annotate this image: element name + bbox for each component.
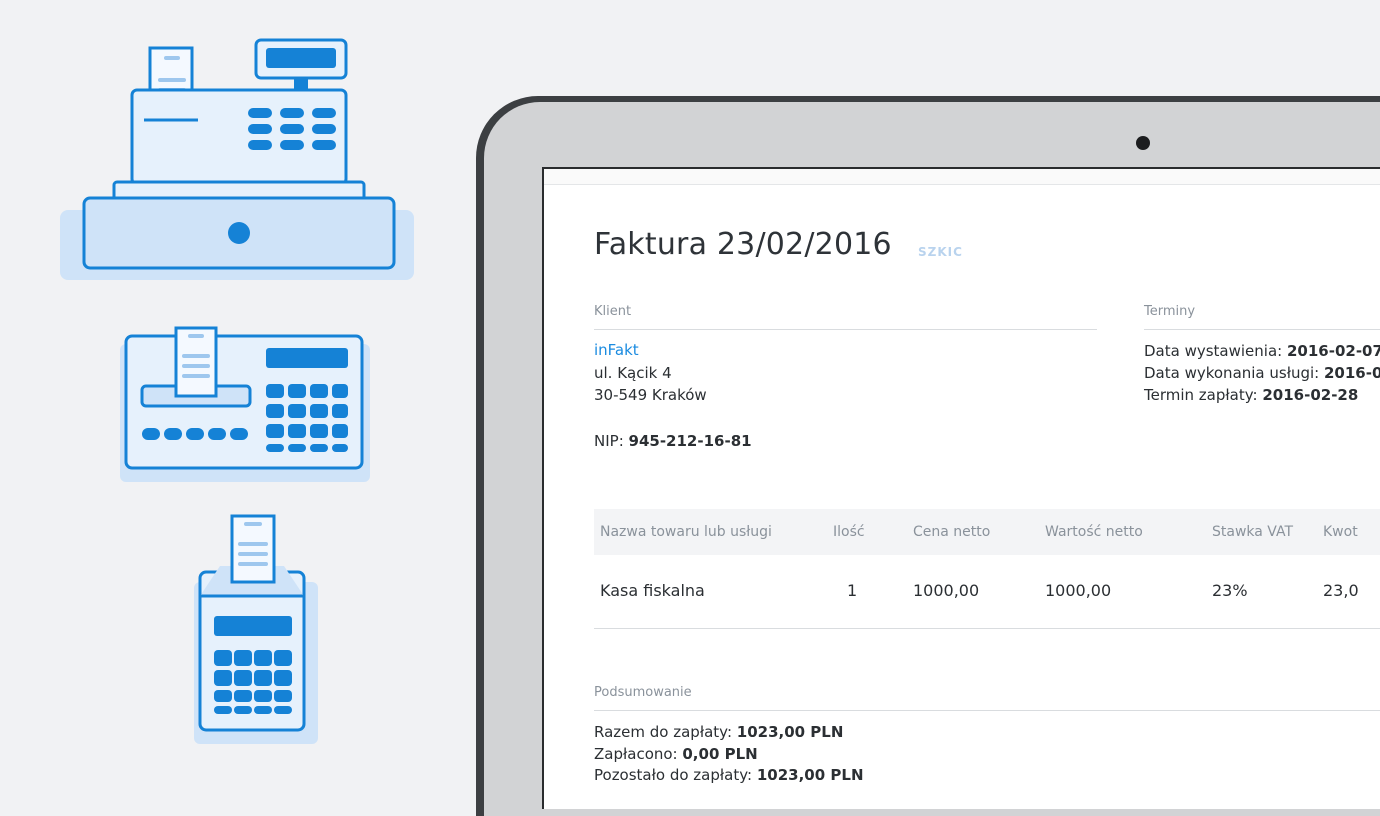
laptop-screen: Faktura 23/02/2016 SZKIC Klient inFakt u… (542, 167, 1380, 809)
summary-remaining: Pozostało do zapłaty: 1023,00 PLN (594, 765, 864, 785)
fiscal-printer-icon (120, 326, 370, 482)
portable-cash-register-icon (194, 514, 318, 744)
service-date-label: Data wykonania usługi: (1144, 364, 1324, 382)
invoice: Faktura 23/02/2016 SZKIC Klient inFakt u… (544, 169, 1380, 809)
status-badge: SZKIC (918, 245, 963, 259)
client-nip: NIP: 945-212-16-81 (594, 431, 752, 451)
column-header-net-value: Wartość netto (1045, 524, 1143, 540)
table-cell-net-value: 1000,00 (1045, 581, 1112, 600)
client-label: Klient (594, 304, 632, 319)
cash-register-icon (60, 38, 414, 280)
summary-paid-label: Zapłacono: (594, 745, 683, 763)
table-cell-vat-amount: 23,0 (1323, 581, 1359, 600)
terms-divider (1144, 329, 1380, 330)
table-cell-quantity: 1 (847, 581, 858, 600)
summary-label: Podsumowanie (594, 685, 692, 700)
summary-paid: Zapłacono: 0,00 PLN (594, 744, 758, 764)
invoice-title: Faktura 23/02/2016 (594, 227, 892, 262)
client-nip-value: 945-212-16-81 (628, 432, 752, 450)
service-date-value: 2016-0 (1324, 364, 1380, 382)
table-row-divider (594, 628, 1380, 629)
camera-icon (1136, 136, 1150, 150)
service-date: Data wykonania usługi: 2016-0 (1144, 363, 1380, 383)
client-city: 30-549 Kraków (594, 386, 707, 404)
issue-date: Data wystawienia: 2016-02-07 (1144, 341, 1380, 361)
summary-remaining-label: Pozostało do zapłaty: (594, 766, 757, 784)
column-header-quantity: Ilość (833, 524, 865, 540)
due-date-value: 2016-02-28 (1262, 386, 1359, 404)
table-cell-net-price: 1000,00 (913, 581, 980, 600)
terms-label: Terminy (1144, 304, 1196, 319)
table-cell-vat-rate: 23% (1212, 581, 1248, 600)
table-cell-name: Kasa fiskalna (600, 581, 705, 600)
summary-paid-value: 0,00 PLN (682, 745, 758, 763)
issue-date-label: Data wystawienia: (1144, 342, 1287, 360)
client-nip-label: NIP: (594, 432, 629, 450)
client-street: ul. Kącik 4 (594, 364, 672, 382)
due-date-label: Termin zapłaty: (1144, 386, 1263, 404)
client-divider (594, 329, 1097, 330)
summary-remaining-value: 1023,00 PLN (756, 766, 864, 784)
issue-date-value: 2016-02-07 (1286, 342, 1380, 360)
summary-total: Razem do zapłaty: 1023,00 PLN (594, 722, 843, 742)
column-header-vat-amount: Kwot (1323, 524, 1358, 540)
due-date: Termin zapłaty: 2016-02-28 (1144, 385, 1358, 405)
column-header-vat-rate: Stawka VAT (1212, 524, 1294, 540)
summary-total-value: 1023,00 PLN (736, 723, 844, 741)
summary-total-label: Razem do zapłaty: (594, 723, 737, 741)
column-header-name: Nazwa towaru lub usługi (600, 524, 772, 540)
column-header-net-price: Cena netto (913, 524, 991, 540)
summary-divider (594, 710, 1380, 711)
client-name-link[interactable]: inFakt (594, 340, 639, 360)
